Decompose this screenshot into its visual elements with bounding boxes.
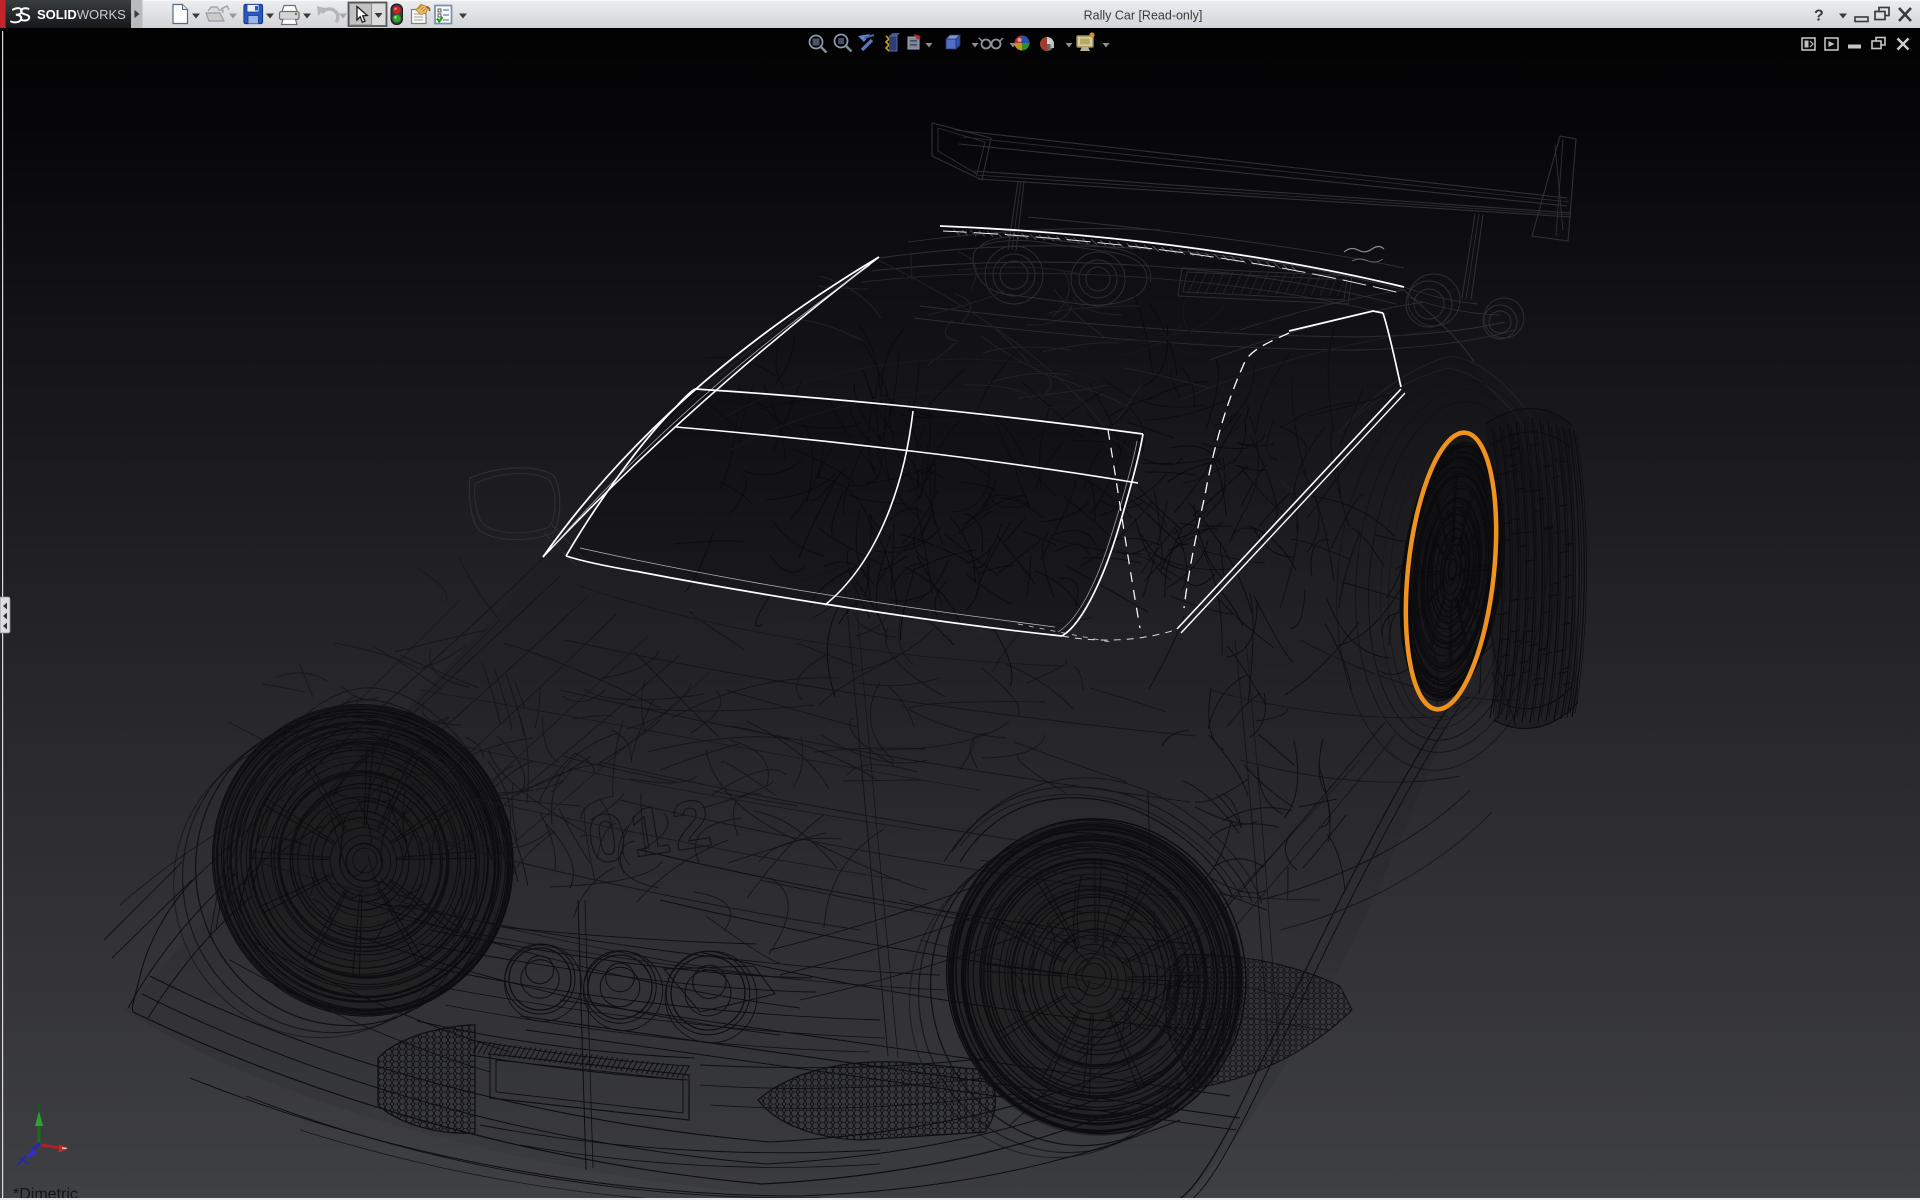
- svg-text:Rally Car [Read-only]: Rally Car [Read-only]: [1084, 9, 1203, 23]
- svg-text:*Dimetric: *Dimetric: [13, 1186, 78, 1200]
- svg-text:SOLIDWORKS: SOLIDWORKS: [37, 7, 126, 22]
- svg-text:?: ?: [1814, 8, 1824, 25]
